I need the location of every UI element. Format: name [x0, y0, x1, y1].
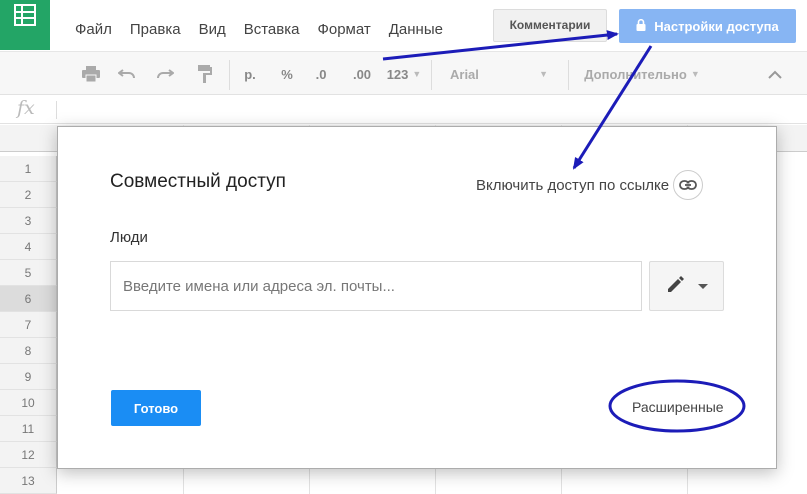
dialog-title: Совместный доступ — [110, 171, 286, 192]
row-header[interactable]: 5 — [0, 260, 57, 286]
redo-icon[interactable] — [152, 52, 178, 96]
enable-link-sharing-label: Включить доступ по ссылке — [476, 176, 670, 194]
share-settings-label: Настройки доступа — [654, 18, 779, 34]
number-format-dropdown[interactable]: 123 ▼ — [383, 52, 425, 96]
row-header[interactable]: 1 — [0, 156, 57, 182]
more-tools-label: Дополнительно — [584, 66, 687, 82]
undo-icon[interactable] — [114, 52, 140, 96]
row-header[interactable]: 12 — [0, 442, 57, 468]
collapse-toolbar-icon[interactable] — [760, 52, 790, 96]
chevron-down-icon: ▼ — [539, 69, 548, 79]
menu-item-format[interactable]: Формат — [317, 21, 370, 38]
comments-button[interactable]: Комментарии — [493, 9, 607, 42]
row-header-selected[interactable]: 6 — [0, 286, 57, 312]
row-header[interactable]: 7 — [0, 312, 57, 338]
toolbar-separator — [229, 60, 230, 90]
increase-decimal-button[interactable]: .00 — [345, 52, 379, 96]
enable-link-sharing-button[interactable]: Включить доступ по ссылке — [476, 170, 704, 200]
formula-bar[interactable]: fx — [0, 96, 807, 124]
row-header[interactable]: 10 — [0, 390, 57, 416]
decrease-decimal-button[interactable]: .0 — [308, 52, 334, 96]
share-settings-button[interactable]: Настройки доступа — [619, 9, 796, 43]
font-family-dropdown[interactable]: Arial ▼ — [440, 52, 558, 96]
done-button[interactable]: Готово — [111, 390, 201, 426]
currency-format-button[interactable]: р. — [238, 52, 262, 96]
fx-label: fx — [17, 97, 35, 119]
font-family-label: Arial — [450, 66, 479, 82]
app-window: Файл Правка Вид Вставка Формат Данные Ко… — [0, 0, 807, 494]
row-header[interactable]: 3 — [0, 208, 57, 234]
formula-separator — [56, 101, 57, 119]
row-header[interactable]: 9 — [0, 364, 57, 390]
percent-format-button[interactable]: % — [275, 52, 299, 96]
number-format-label: 123 — [386, 66, 409, 82]
people-email-input[interactable] — [110, 261, 642, 311]
menu-item-edit[interactable]: Правка — [130, 21, 181, 38]
menu-item-data[interactable]: Данные — [389, 21, 443, 38]
row-header[interactable]: 13 — [0, 468, 57, 494]
more-tools-dropdown[interactable]: Дополнительно ▼ — [572, 52, 712, 96]
lock-icon — [636, 18, 646, 34]
sharing-dialog: Совместный доступ Включить доступ по ссы… — [57, 126, 777, 469]
print-icon[interactable] — [78, 52, 104, 96]
chevron-down-icon: ▼ — [690, 69, 700, 79]
row-header[interactable]: 11 — [0, 416, 57, 442]
menu-item-file[interactable]: Файл — [75, 21, 112, 38]
chevron-down-icon: ▼ — [412, 69, 422, 79]
caret-down-icon — [697, 283, 708, 289]
sheets-logo-icon[interactable] — [0, 0, 50, 50]
advanced-settings-link[interactable]: Расширенные — [632, 399, 724, 415]
pencil-icon — [666, 274, 686, 299]
link-icon[interactable] — [673, 170, 704, 200]
paint-format-icon[interactable] — [192, 52, 218, 96]
row-header[interactable]: 4 — [0, 234, 57, 260]
menu-item-view[interactable]: Вид — [199, 21, 226, 38]
people-label: Люди — [110, 229, 148, 246]
row-header[interactable]: 2 — [0, 182, 57, 208]
row-header[interactable]: 8 — [0, 338, 57, 364]
menu-item-insert[interactable]: Вставка — [244, 21, 300, 38]
toolbar-separator — [568, 60, 569, 90]
toolbar-separator — [431, 60, 432, 90]
menu-bar: Файл Правка Вид Вставка Формат Данные — [66, 21, 452, 38]
toolbar: р. % .0 .00 123 ▼ Arial ▼ Дополнительно … — [0, 51, 807, 95]
permission-dropdown[interactable] — [649, 261, 724, 311]
